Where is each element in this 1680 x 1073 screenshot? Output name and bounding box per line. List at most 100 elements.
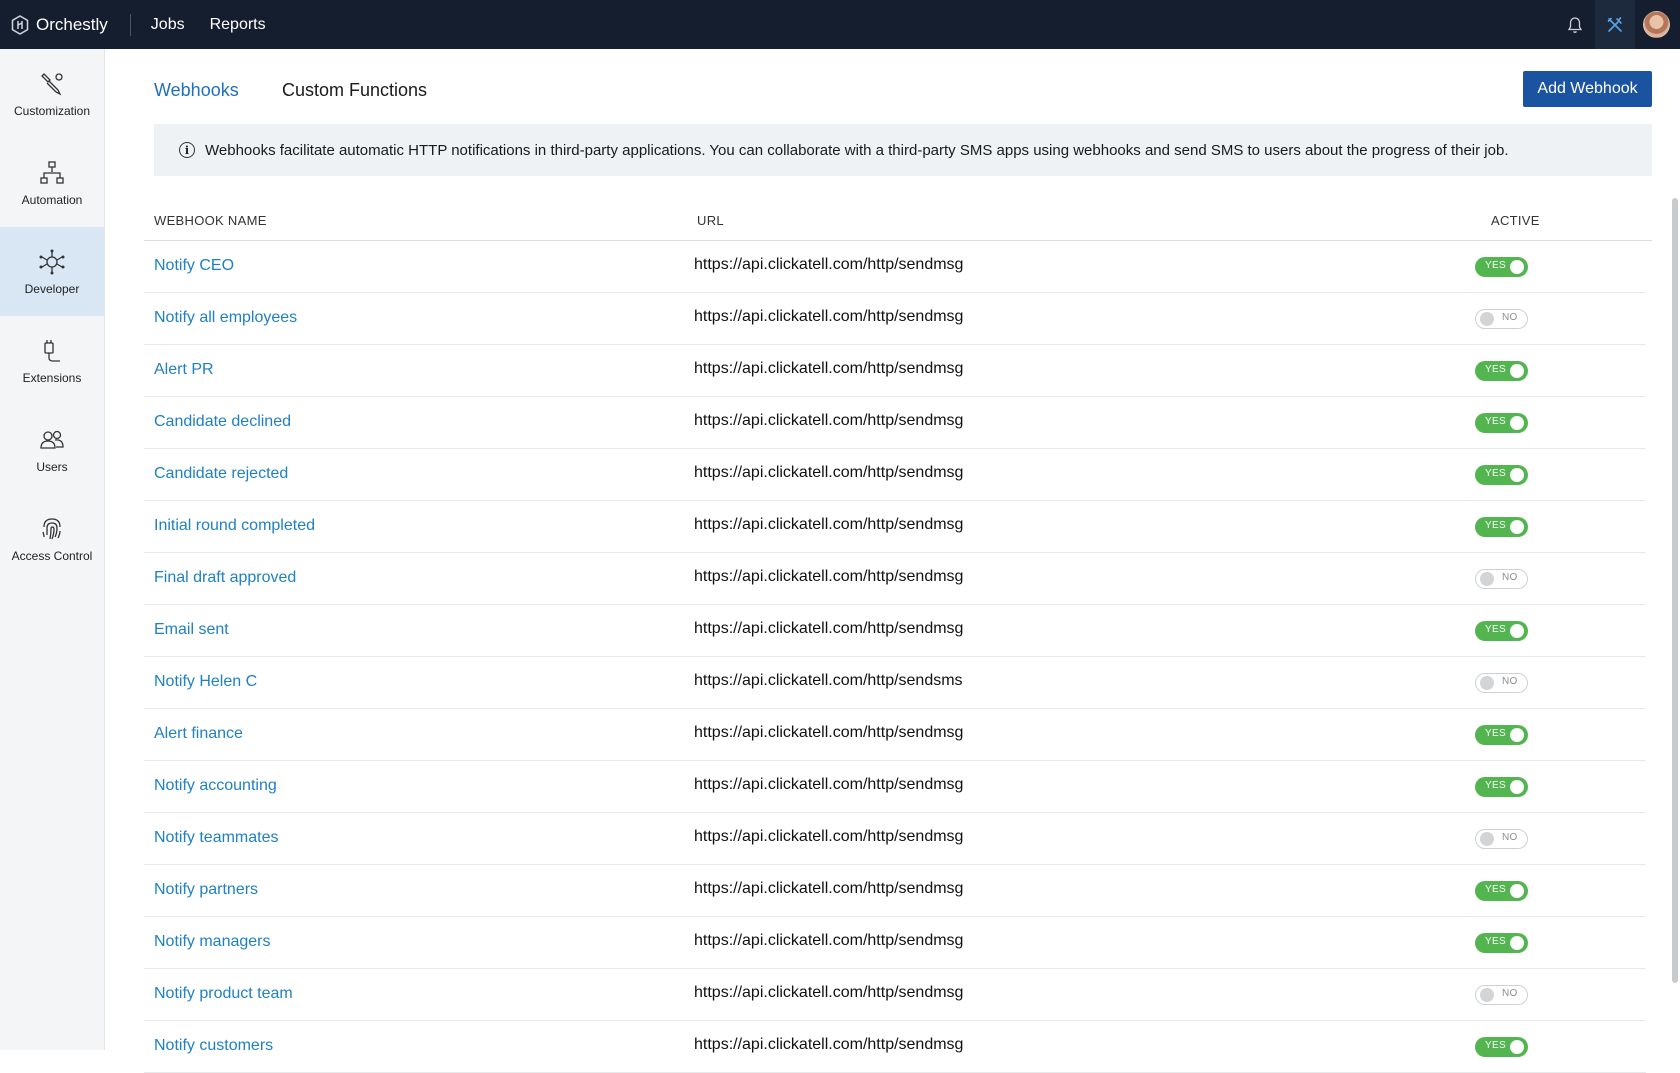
- active-toggle[interactable]: YES: [1475, 725, 1528, 745]
- sidebar: Customization Automation Developer Exten…: [0, 49, 105, 1050]
- sidebar-item-users[interactable]: Users: [0, 405, 104, 494]
- active-toggle[interactable]: NO: [1475, 673, 1528, 693]
- column-header-url: URL: [697, 213, 724, 228]
- info-icon: i: [179, 142, 195, 158]
- table-row: Notify CEO https://api.clickatell.com/htt…: [144, 241, 1646, 293]
- user-avatar[interactable]: [1643, 11, 1670, 38]
- sidebar-item-automation[interactable]: Automation: [0, 138, 104, 227]
- table-row: Notify partners https://api.clickatell.co…: [144, 865, 1646, 917]
- webhook-url: https://api.clickatell.com/http/sendmsg: [694, 308, 964, 325]
- table-row: Alert PR https://api.clickatell.com/http/…: [144, 345, 1646, 397]
- topbar-divider: [129, 13, 131, 36]
- webhook-name-link[interactable]: Candidate rejected: [154, 465, 288, 483]
- active-toggle[interactable]: YES: [1475, 1037, 1528, 1057]
- webhook-url: https://api.clickatell.com/http/sendsms: [694, 672, 963, 689]
- toggle-label: NO: [1502, 572, 1518, 583]
- webhook-url: https://api.clickatell.com/http/sendmsg: [694, 776, 964, 793]
- sidebar-item-developer[interactable]: Developer: [0, 227, 104, 316]
- active-toggle[interactable]: NO: [1475, 985, 1528, 1005]
- info-banner: i Webhooks facilitate automatic HTTP not…: [154, 124, 1652, 176]
- users-icon: [40, 430, 64, 449]
- webhook-name-link[interactable]: Notify teammates: [154, 829, 278, 847]
- table-header: WEBHOOK NAME URL ACTIVE: [144, 201, 1652, 241]
- setup-button[interactable]: [1595, 0, 1635, 49]
- tab-custom-functions[interactable]: Custom Functions: [282, 80, 427, 101]
- brand[interactable]: Orchestly: [0, 0, 108, 49]
- top-bar: Orchestly Jobs Reports: [0, 0, 1680, 49]
- sidebar-item-extensions[interactable]: Extensions: [0, 316, 104, 405]
- toggle-label: YES: [1485, 936, 1506, 947]
- webhook-url: https://api.clickatell.com/http/sendmsg: [694, 828, 964, 845]
- active-toggle[interactable]: YES: [1475, 413, 1528, 433]
- active-toggle[interactable]: NO: [1475, 569, 1528, 589]
- sidebar-item-access-control[interactable]: Access Control: [0, 494, 104, 583]
- toggle-label: YES: [1485, 780, 1506, 791]
- webhook-name-link[interactable]: Notify all employees: [154, 309, 297, 327]
- vertical-scrollbar[interactable]: [1672, 198, 1678, 983]
- webhook-url: https://api.clickatell.com/http/sendmsg: [694, 256, 964, 273]
- toggle-knob: [1480, 572, 1494, 586]
- toggle-label: NO: [1502, 676, 1518, 687]
- table-row: Notify product team https://api.clickatel…: [144, 969, 1646, 1021]
- toggle-knob: [1480, 676, 1494, 690]
- active-toggle[interactable]: YES: [1475, 777, 1528, 797]
- webhook-name-link[interactable]: Notify customers: [154, 1037, 273, 1055]
- active-toggle[interactable]: YES: [1475, 465, 1528, 485]
- sidebar-item-customization[interactable]: Customization: [0, 49, 104, 138]
- active-toggle[interactable]: YES: [1475, 361, 1528, 381]
- toggle-knob: [1480, 312, 1494, 326]
- webhook-name-link[interactable]: Notify Helen C: [154, 673, 257, 691]
- sidebar-item-label: Developer: [24, 281, 80, 296]
- webhook-url: https://api.clickatell.com/http/sendmsg: [694, 620, 964, 637]
- brand-name: Orchestly: [36, 14, 108, 34]
- active-toggle[interactable]: YES: [1475, 881, 1528, 901]
- active-toggle[interactable]: YES: [1475, 933, 1528, 953]
- webhook-url: https://api.clickatell.com/http/sendmsg: [694, 1036, 964, 1053]
- toggle-label: YES: [1485, 468, 1506, 479]
- tools-icon: [1607, 16, 1622, 32]
- table-row: Notify Helen C https://api.clickatell.com…: [144, 657, 1646, 709]
- webhook-table-body: Notify CEO https://api.clickatell.com/htt…: [144, 241, 1646, 1073]
- table-row: Candidate declined https://api.clickatell…: [144, 397, 1646, 449]
- developer-icon: [39, 249, 65, 274]
- webhook-url: https://api.clickatell.com/http/sendmsg: [694, 880, 964, 897]
- toggle-label: YES: [1485, 884, 1506, 895]
- notifications-button[interactable]: [1555, 0, 1595, 49]
- toggle-knob: [1510, 1040, 1524, 1054]
- toggle-knob: [1480, 832, 1494, 846]
- add-webhook-button[interactable]: Add Webhook: [1523, 71, 1652, 107]
- webhook-name-link[interactable]: Notify CEO: [154, 257, 234, 275]
- webhook-name-link[interactable]: Alert finance: [154, 725, 243, 743]
- webhook-name-link[interactable]: Notify partners: [154, 881, 258, 899]
- webhook-name-link[interactable]: Final draft approved: [154, 569, 296, 587]
- sidebar-item-label: Extensions: [22, 370, 82, 385]
- toggle-label: YES: [1485, 728, 1506, 739]
- table-row: Initial round completed https://api.click…: [144, 501, 1646, 553]
- column-header-active: ACTIVE: [1491, 213, 1540, 228]
- toggle-knob: [1510, 520, 1524, 534]
- tab-webhooks[interactable]: Webhooks: [154, 80, 239, 101]
- active-toggle[interactable]: YES: [1475, 257, 1528, 277]
- nav-jobs[interactable]: Jobs: [151, 16, 185, 34]
- table-row: Notify all employees https://api.clickate…: [144, 293, 1646, 345]
- main-content: Webhooks Custom Functions Add Webhook i …: [105, 49, 1680, 1073]
- webhook-name-link[interactable]: Candidate declined: [154, 413, 291, 431]
- active-toggle[interactable]: YES: [1475, 621, 1528, 641]
- active-toggle[interactable]: YES: [1475, 517, 1528, 537]
- webhook-name-link[interactable]: Alert PR: [154, 361, 214, 379]
- webhook-name-link[interactable]: Notify product team: [154, 985, 293, 1003]
- webhook-name-link[interactable]: Notify accounting: [154, 777, 277, 795]
- nav-reports[interactable]: Reports: [210, 16, 266, 34]
- webhook-url: https://api.clickatell.com/http/sendmsg: [694, 360, 964, 377]
- table-row: Notify managers https://api.clickatell.co…: [144, 917, 1646, 969]
- webhook-url: https://api.clickatell.com/http/sendmsg: [694, 724, 964, 741]
- extensions-icon: [44, 339, 60, 362]
- sidebar-item-label: Users: [36, 459, 68, 474]
- toggle-label: YES: [1485, 520, 1506, 531]
- active-toggle[interactable]: NO: [1475, 309, 1528, 329]
- active-toggle[interactable]: NO: [1475, 829, 1528, 849]
- webhook-name-link[interactable]: Email sent: [154, 621, 229, 639]
- webhook-name-link[interactable]: Initial round completed: [154, 517, 315, 535]
- toggle-knob: [1510, 728, 1524, 742]
- webhook-name-link[interactable]: Notify managers: [154, 933, 271, 951]
